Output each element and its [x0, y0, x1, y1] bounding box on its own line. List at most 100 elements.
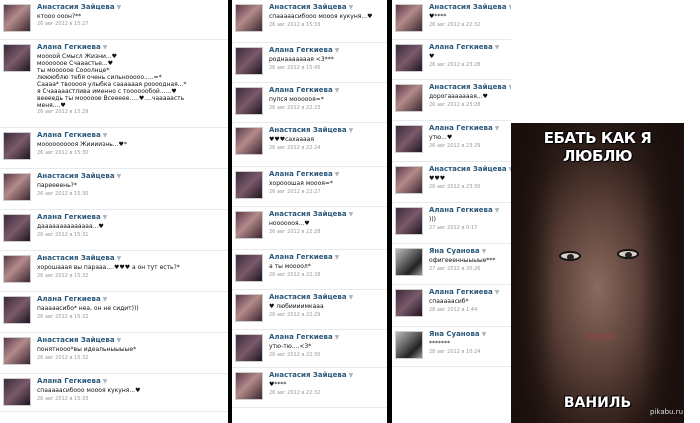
avatar[interactable] — [235, 171, 263, 199]
author-name[interactable]: Алана Гегкиева — [37, 131, 101, 139]
author-name-link[interactable]: Алана Гегкиева ▼ — [37, 43, 107, 51]
author-name[interactable]: Алана Гегкиева — [269, 46, 333, 54]
author-name[interactable]: Алана Гегкиева — [37, 295, 101, 303]
author-name-link[interactable]: Анастасия Зайцева ▼ — [269, 126, 353, 134]
comment-date[interactable]: 26 авг 2012 в 23:28 — [429, 62, 480, 68]
dropdown-arrow-icon[interactable]: ▼ — [117, 255, 122, 262]
avatar[interactable] — [395, 331, 423, 359]
author-name-link[interactable]: Анастасия Зайцева ▼ — [37, 172, 121, 180]
author-name[interactable]: Анастасия Зайцева — [429, 165, 507, 173]
avatar[interactable] — [3, 255, 31, 283]
avatar[interactable] — [3, 4, 31, 32]
comment-date[interactable]: 26 авг 2012 в 22:32 — [269, 390, 320, 396]
author-name-link[interactable]: Алана Гегкиева ▼ — [269, 253, 339, 261]
author-name[interactable]: Яна Суанова — [429, 247, 480, 255]
author-name-link[interactable]: Алана Гегкиева ▼ — [269, 46, 339, 54]
comment-date[interactable]: 26 авг 2012 в 22:23 — [269, 105, 320, 111]
comment-date[interactable]: 26 авг 2012 в 22:29 — [269, 312, 320, 318]
author-name[interactable]: Анастасия Зайцева — [269, 3, 347, 11]
comment-date[interactable]: 26 авг 2012 в 23:30 — [429, 184, 480, 190]
author-name-link[interactable]: Алана Гегкиева ▼ — [429, 124, 499, 132]
author-name-link[interactable]: Алана Гегкиева ▼ — [37, 377, 107, 385]
avatar[interactable] — [395, 44, 423, 72]
avatar[interactable] — [395, 289, 423, 317]
avatar[interactable] — [395, 248, 423, 276]
avatar[interactable] — [3, 214, 31, 242]
author-name-link[interactable]: Анастасия Зайцева ▼ — [269, 3, 353, 11]
dropdown-arrow-icon[interactable]: ▼ — [117, 4, 122, 11]
dropdown-arrow-icon[interactable]: ▼ — [103, 214, 108, 221]
comment-date[interactable]: 26 авг 2012 в 15:30 — [37, 191, 88, 197]
author-name[interactable]: Алана Гегкиева — [429, 124, 493, 132]
avatar[interactable] — [235, 334, 263, 362]
dropdown-arrow-icon[interactable]: ▼ — [495, 289, 500, 296]
avatar[interactable] — [395, 125, 423, 153]
dropdown-arrow-icon[interactable]: ▼ — [103, 132, 108, 139]
comment-date[interactable]: 26 авг 2012 в 15:45 — [269, 65, 320, 71]
comment-date[interactable]: 26 авг 2012 в 15:31 — [37, 232, 88, 238]
dropdown-arrow-icon[interactable]: ▼ — [495, 125, 500, 132]
author-name[interactable]: Алана Гегкиева — [37, 43, 101, 51]
author-name-link[interactable]: Алана Гегкиева ▼ — [429, 43, 499, 51]
dropdown-arrow-icon[interactable]: ▼ — [349, 211, 354, 218]
author-name-link[interactable]: Анастасия Зайцева ▼ — [429, 165, 511, 173]
author-name[interactable]: Алана Гегкиева — [269, 333, 333, 341]
comment-date[interactable]: 26 авг 2012 в 15:32 — [37, 273, 88, 279]
dropdown-arrow-icon[interactable]: ▼ — [335, 171, 340, 178]
dropdown-arrow-icon[interactable]: ▼ — [495, 44, 500, 51]
dropdown-arrow-icon[interactable]: ▼ — [509, 84, 511, 91]
avatar[interactable] — [235, 4, 263, 32]
dropdown-arrow-icon[interactable]: ▼ — [349, 294, 354, 301]
author-name-link[interactable]: Анастасия Зайцева ▼ — [37, 3, 121, 11]
author-name-link[interactable]: Алана Гегкиева ▼ — [37, 213, 107, 221]
comment-date[interactable]: 26 авг 2012 в 15:29 — [37, 109, 88, 115]
author-name[interactable]: Анастасия Зайцева — [269, 126, 347, 134]
comment-date[interactable]: 26 авг 2012 в 22:28 — [269, 229, 320, 235]
comment-date[interactable]: 27 авг 2012 в 20:26 — [429, 266, 480, 272]
dropdown-arrow-icon[interactable]: ▼ — [482, 331, 487, 338]
avatar[interactable] — [395, 84, 423, 112]
dropdown-arrow-icon[interactable]: ▼ — [349, 4, 354, 11]
author-name[interactable]: Алана Гегкиева — [269, 86, 333, 94]
author-name-link[interactable]: Алана Гегкиева ▼ — [37, 295, 107, 303]
author-name[interactable]: Анастасия Зайцева — [429, 3, 507, 11]
dropdown-arrow-icon[interactable]: ▼ — [335, 254, 340, 261]
avatar[interactable] — [3, 337, 31, 365]
author-name[interactable]: Анастасия Зайцева — [37, 172, 115, 180]
author-name-link[interactable]: Анастасия Зайцева ▼ — [269, 371, 353, 379]
dropdown-arrow-icon[interactable]: ▼ — [349, 127, 354, 134]
comment-date[interactable]: 26 авг 2012 в 23:29 — [429, 143, 480, 149]
avatar[interactable] — [235, 47, 263, 75]
author-name-link[interactable]: Яна Суанова ▼ — [429, 247, 486, 255]
author-name-link[interactable]: Алана Гегкиева ▼ — [429, 206, 499, 214]
author-name[interactable]: Яна Суанова — [429, 330, 480, 338]
avatar[interactable] — [3, 296, 31, 324]
comment-date[interactable]: 26 авг 2012 в 22:24 — [269, 145, 320, 151]
author-name-link[interactable]: Анастасия Зайцева ▼ — [37, 336, 121, 344]
dropdown-arrow-icon[interactable]: ▼ — [482, 248, 487, 255]
avatar[interactable] — [235, 254, 263, 282]
author-name-link[interactable]: Яна Суанова ▼ — [429, 330, 486, 338]
author-name[interactable]: Алана Гегкиева — [37, 377, 101, 385]
comment-date[interactable]: 26 авг 2012 в 22:28 — [269, 272, 320, 278]
author-name[interactable]: Анастасия Зайцева — [37, 254, 115, 262]
comment-date[interactable]: 26 авг 2012 в 15:32 — [37, 355, 88, 361]
author-name[interactable]: Анастасия Зайцева — [37, 336, 115, 344]
avatar[interactable] — [235, 372, 263, 400]
comment-date[interactable]: 26 авг 2012 в 15:33 — [269, 22, 320, 28]
avatar[interactable] — [395, 207, 423, 235]
avatar[interactable] — [395, 166, 423, 194]
avatar[interactable] — [395, 4, 423, 32]
comment-date[interactable]: 26 авг 2012 в 22:30 — [269, 352, 320, 358]
comment-date[interactable]: 26 авг 2012 в 22:32 — [429, 22, 480, 28]
avatar[interactable] — [3, 173, 31, 201]
author-name[interactable]: Анастасия Зайцева — [269, 210, 347, 218]
dropdown-arrow-icon[interactable]: ▼ — [103, 378, 108, 385]
author-name-link[interactable]: Анастасия Зайцева ▼ — [269, 210, 353, 218]
author-name-link[interactable]: Алана Гегкиева ▼ — [269, 333, 339, 341]
author-name[interactable]: Алана Гегкиева — [37, 213, 101, 221]
avatar[interactable] — [235, 87, 263, 115]
author-name-link[interactable]: Анастасия Зайцева ▼ — [429, 3, 511, 11]
dropdown-arrow-icon[interactable]: ▼ — [495, 207, 500, 214]
author-name[interactable]: Алана Гегкиева — [429, 206, 493, 214]
